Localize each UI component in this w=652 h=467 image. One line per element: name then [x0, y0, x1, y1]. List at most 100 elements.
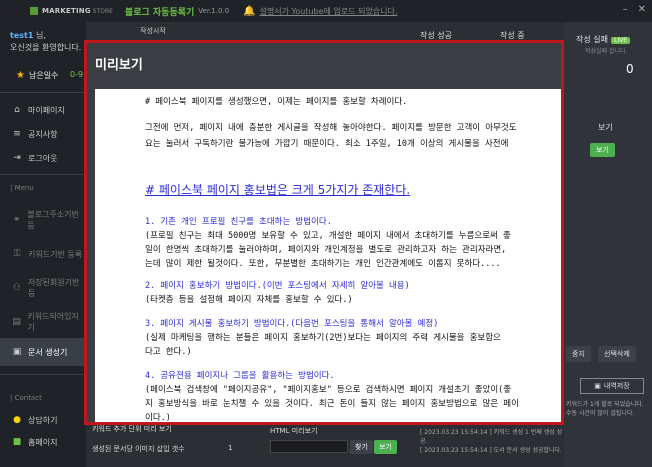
user-name: test1 [10, 31, 34, 40]
sidebar-item-mypage[interactable]: ⌂ 마이페이지 [0, 98, 86, 122]
log-icon: ▣ [594, 382, 601, 390]
sidebar-item-label: 블로그주소기반 등 [27, 210, 79, 230]
html-path-input[interactable] [270, 440, 348, 453]
home-icon: ■ [12, 437, 22, 447]
sidebar-item-doc-generator[interactable]: ▣ 문서 생성기 [0, 338, 86, 366]
fail-title: 작성 실패 LIVE [576, 34, 630, 45]
key-icon: ⚿ [13, 249, 21, 259]
doc-line: 1. 기존 개인 프로필 친구를 초대하는 방법이다. [145, 217, 332, 227]
sidebar-item-keyword[interactable]: ⚿ 키워드기반 등록 [0, 242, 86, 266]
modal-title: 미리보기 [95, 57, 143, 73]
sidebar-item-label: 로그아웃 [28, 153, 58, 163]
doc-line: (페이스북 검색창에 "페이지공유", "페이지홍보" 등으로 검색하시면 페이… [145, 385, 512, 395]
minimize-icon[interactable]: – [623, 4, 628, 15]
link-icon: ⚭ [12, 215, 21, 225]
stage-tabs: 작성시작 [130, 26, 166, 36]
divider [0, 174, 86, 175]
log-line: [ 2023.03.23 15:54:14 ] 도서 문서 생성 성공합니다. [420, 447, 562, 454]
greeting-suffix: 님, [35, 31, 46, 40]
sidebar-item-homepage[interactable]: ■ 홈페이지 [0, 430, 86, 454]
delete-selected-button[interactable]: 선택삭제 [598, 346, 636, 362]
modal-header: 미리보기 [87, 43, 561, 83]
view-button[interactable]: 보기 [590, 143, 615, 157]
remain-value: 0-9 [70, 70, 84, 79]
doc-line: 2. 페이지 홍보하기 방법이다.(이번 포스팅에서 자세히 알아볼 내용) [145, 281, 410, 291]
list-icon: ≡ [13, 129, 21, 139]
sidebar-item-label: 마이페이지 [28, 105, 65, 115]
image-count-value[interactable]: 1 [228, 444, 232, 452]
doc-line: # 페이스북 페이지를 생성했으면, 이제는 페이지를 홍보할 차례이다. [145, 97, 408, 107]
sidebar-item-label: 저장된회원기반등 [27, 278, 80, 298]
image-count-label: 생성된 문서당 이미지 삽입 갯수 [92, 445, 185, 453]
sidebar-item-label: 키워드기반 등록 [28, 249, 83, 259]
star-icon: ★ [16, 70, 25, 81]
doc-heading: # 페이스북 페이지 홍보법은 크게 5가지가 존재한다. [145, 183, 411, 197]
title-bar: MARKETING STORE 블로그 자동등록기 Ver.1.0.0 🔔 설명… [0, 0, 652, 22]
app-title: 블로그 자동등록기 [124, 7, 195, 18]
sidebar-item-logout[interactable]: ⇥ 로그아웃 [0, 146, 86, 170]
fail-subtitle: 작성실패 합니다. [585, 48, 628, 55]
greeting-line2: 오신것을 환영합니다. [10, 43, 82, 52]
users-icon: ⚇ [12, 283, 21, 293]
fail-count: 0 [626, 62, 634, 76]
house-icon: ⌂ [14, 105, 20, 115]
sidebar-item-consult[interactable]: ● 상담하기 [0, 408, 86, 432]
contact-section-label: | Contact [10, 394, 42, 402]
doc-line: 다고 한다.) [145, 347, 192, 357]
sidebar-item-label: 상담하기 [28, 415, 58, 425]
log-list: [ 2023.03.23 15:54:14 ] 키워드 생성 1 번째 생성 성… [420, 428, 564, 455]
app-version: Ver.1.0.0 [198, 7, 230, 15]
log-line: [ 2023.03.23 15:54:14 ] 키워드 생성 1 번째 생성 성… [420, 429, 563, 445]
doc-line: 4. 공유젼용 페이지나 그룹을 활용하는 방법이다. [145, 371, 335, 381]
sidebar-item-saved-member[interactable]: ⚇ 저장된회원기반등 [0, 276, 86, 300]
logout-icon: ⇥ [13, 153, 21, 163]
logo-icon [30, 7, 38, 15]
keyword-preview-label: 키워드 추가 단위 미리 보기 [92, 425, 172, 433]
doc-line: 요는 눌러서 구독하기란 불가능에 가깝기 때문이다. 최소 1주일, 10개 … [145, 139, 509, 149]
doc-line: 일이 한명씩 초대하기를 눌러야하며, 페이지와 개인계정을 별도로 관리하고자… [145, 245, 507, 255]
divider [0, 374, 86, 375]
fail-title-text: 작성 실패 [576, 35, 608, 44]
live-badge: LIVE [610, 37, 630, 44]
doc-line: (프로필 친구는 최대 5000명 보유할 수 있고, 개설한 페이지 내에서 … [145, 231, 511, 241]
doc-line: 그전에 먼저, 페이지 내에 충분한 게시글을 작성해 놓아야한다. 페이지를 … [145, 123, 517, 133]
remain-label: 남은일수 [28, 71, 59, 80]
sidebar-item-keyword-unset[interactable]: ▤ 키워드되어있지 기 [0, 310, 86, 334]
chat-icon: ● [13, 415, 21, 425]
bell-icon: 🔔 [243, 5, 256, 17]
notice-link[interactable]: 설명서가 Youtube에 업로드 되었습니다. [260, 6, 398, 17]
doc-line: 이다.) [145, 413, 171, 422]
greeting: test1 님, 오신것을 환영합니다. [10, 30, 81, 54]
close-icon[interactable]: ✕ [638, 4, 646, 15]
save-log-label: 내역저장 [603, 382, 630, 390]
bottom-view-button[interactable]: 보기 [374, 440, 397, 454]
document-icon: ▤ [12, 317, 21, 327]
brand-name: MARKETING [42, 7, 91, 15]
log-message: 키워드가 1개 할로 되었습니다. 수동 시간이 많이 걸립니다. [566, 401, 644, 417]
sidebar-item-label: 공지사항 [28, 129, 58, 139]
stop-button[interactable]: 중지 [566, 346, 591, 362]
window-controls: – ✕ [623, 4, 646, 15]
sidebar-item-notice[interactable]: ≡ 공지사항 [0, 122, 86, 146]
find-button[interactable]: 찾기 [350, 440, 373, 454]
preview-modal: 미리보기 # 페이스북 페이지를 생성했으면, 이제는 페이지를 홍보할 차례이… [84, 40, 564, 425]
brand-sub: STORE [92, 7, 113, 15]
blog-column-header: 보기 [598, 123, 613, 132]
preview-content: # 페이스북 페이지를 생성했으면, 이제는 페이지를 홍보할 차례이다. 그전… [95, 89, 561, 422]
sidebar-item-label: 키워드되어있지 기 [27, 312, 79, 332]
doc-line: 지 홍보방식을 바로 눈치챌 수 있을 것이다. 최근 돈이 들지 않는 페이지… [145, 399, 519, 409]
tab-start[interactable]: 작성시작 [140, 27, 166, 35]
divider [0, 92, 86, 93]
doc-line: (타켓층 등을 설정해 페이지 자체를 홍보할 수 있다.) [145, 295, 353, 305]
doc-line: 는데 많이 제한 될것이다. 또한, 무분별한 초대하기는 개인 인간관계에도 … [145, 259, 501, 269]
save-log-button[interactable]: ▣ 내역저장 [580, 378, 644, 394]
sidebar-item-blog-address[interactable]: ⚭ 블로그주소기반 등 [0, 208, 86, 232]
sidebar-item-label: 홈페이지 [28, 437, 58, 447]
html-preview-label: HTML 미리보기 [270, 427, 318, 435]
doc-line: 3. 페이지 게시물 홍보하기 방법이다.(다음번 포스팅을 통해서 알아볼 예… [145, 319, 439, 329]
file-icon: ▣ [12, 347, 22, 357]
doc-line: (실제 마케팅을 행하는 분들은 페이지 홍보하기(2번)보다는 페이지의 주력… [145, 333, 501, 343]
remain-days: ★ 남은일수 [16, 70, 58, 81]
menu-section-label: | Menu [10, 184, 34, 192]
sidebar-item-label: 문서 생성기 [28, 347, 68, 357]
